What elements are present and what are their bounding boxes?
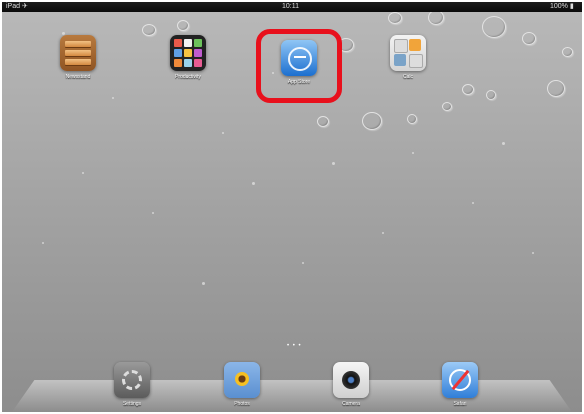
gear-icon: [114, 362, 150, 398]
highlight-box: [256, 29, 342, 103]
water-drop: [486, 90, 496, 100]
compass-icon: [442, 362, 478, 398]
app-grid[interactable]: Productivity: [165, 35, 211, 80]
dock-shelf: [12, 380, 572, 412]
app-grid-icon: [170, 35, 206, 71]
water-dot: [112, 97, 114, 99]
app-label: Productivity: [175, 74, 201, 80]
app-label: Newsstand: [65, 74, 91, 80]
water-dot: [252, 182, 255, 185]
dock-settings[interactable]: Settings: [109, 362, 155, 407]
newsstand-icon: [60, 35, 96, 71]
water-dot: [152, 212, 154, 214]
battery-indicator: 100% ▮: [550, 3, 574, 10]
app-calc[interactable]: Calc: [385, 35, 431, 80]
water-drop: [562, 47, 573, 57]
water-drop: [407, 114, 417, 124]
water-drop: [388, 12, 402, 24]
water-dot: [202, 282, 205, 285]
calculator-icon: [390, 35, 426, 71]
water-drop: [177, 20, 189, 31]
water-drop: [362, 112, 382, 130]
water-dot: [382, 232, 384, 234]
water-dot: [502, 142, 505, 145]
water-drop: [522, 32, 536, 45]
water-drop: [428, 10, 444, 25]
water-dot: [222, 132, 224, 134]
status-bar: iPad ✈ 10:11 100% ▮: [2, 2, 582, 12]
clock-label: 10:11: [282, 3, 299, 10]
dock-camera[interactable]: Camera: [328, 362, 374, 407]
water-dot: [532, 252, 534, 254]
water-drop: [317, 116, 329, 127]
water-drop: [482, 16, 506, 38]
water-dot: [82, 172, 84, 174]
app-label: Settings: [122, 401, 142, 407]
app-label: Safari: [453, 401, 467, 407]
water-dot: [302, 262, 304, 264]
dock: Settings Photos Camera Safari: [2, 362, 582, 412]
water-drop: [142, 24, 156, 36]
water-drop: [442, 102, 452, 111]
water-dot: [42, 242, 44, 244]
dock-photos[interactable]: Photos: [219, 362, 265, 407]
app-label: Photos: [234, 401, 250, 407]
water-dot: [472, 202, 474, 204]
page-indicator[interactable]: • • •: [287, 343, 302, 349]
water-drop: [547, 80, 565, 97]
carrier-label: iPad ✈: [6, 3, 28, 10]
app-label: Camera: [342, 401, 360, 407]
water-drop: [462, 84, 474, 95]
water-dot: [332, 162, 335, 165]
sunflower-icon: [224, 362, 260, 398]
camera-lens-icon: [333, 362, 369, 398]
dock-safari[interactable]: Safari: [437, 362, 483, 407]
water-dot: [412, 152, 414, 154]
app-newsstand[interactable]: Newsstand: [55, 35, 101, 80]
app-label: Calc: [402, 74, 413, 80]
home-screen: iPad ✈ 10:11 100% ▮ Newsstand Productivi…: [2, 2, 582, 412]
